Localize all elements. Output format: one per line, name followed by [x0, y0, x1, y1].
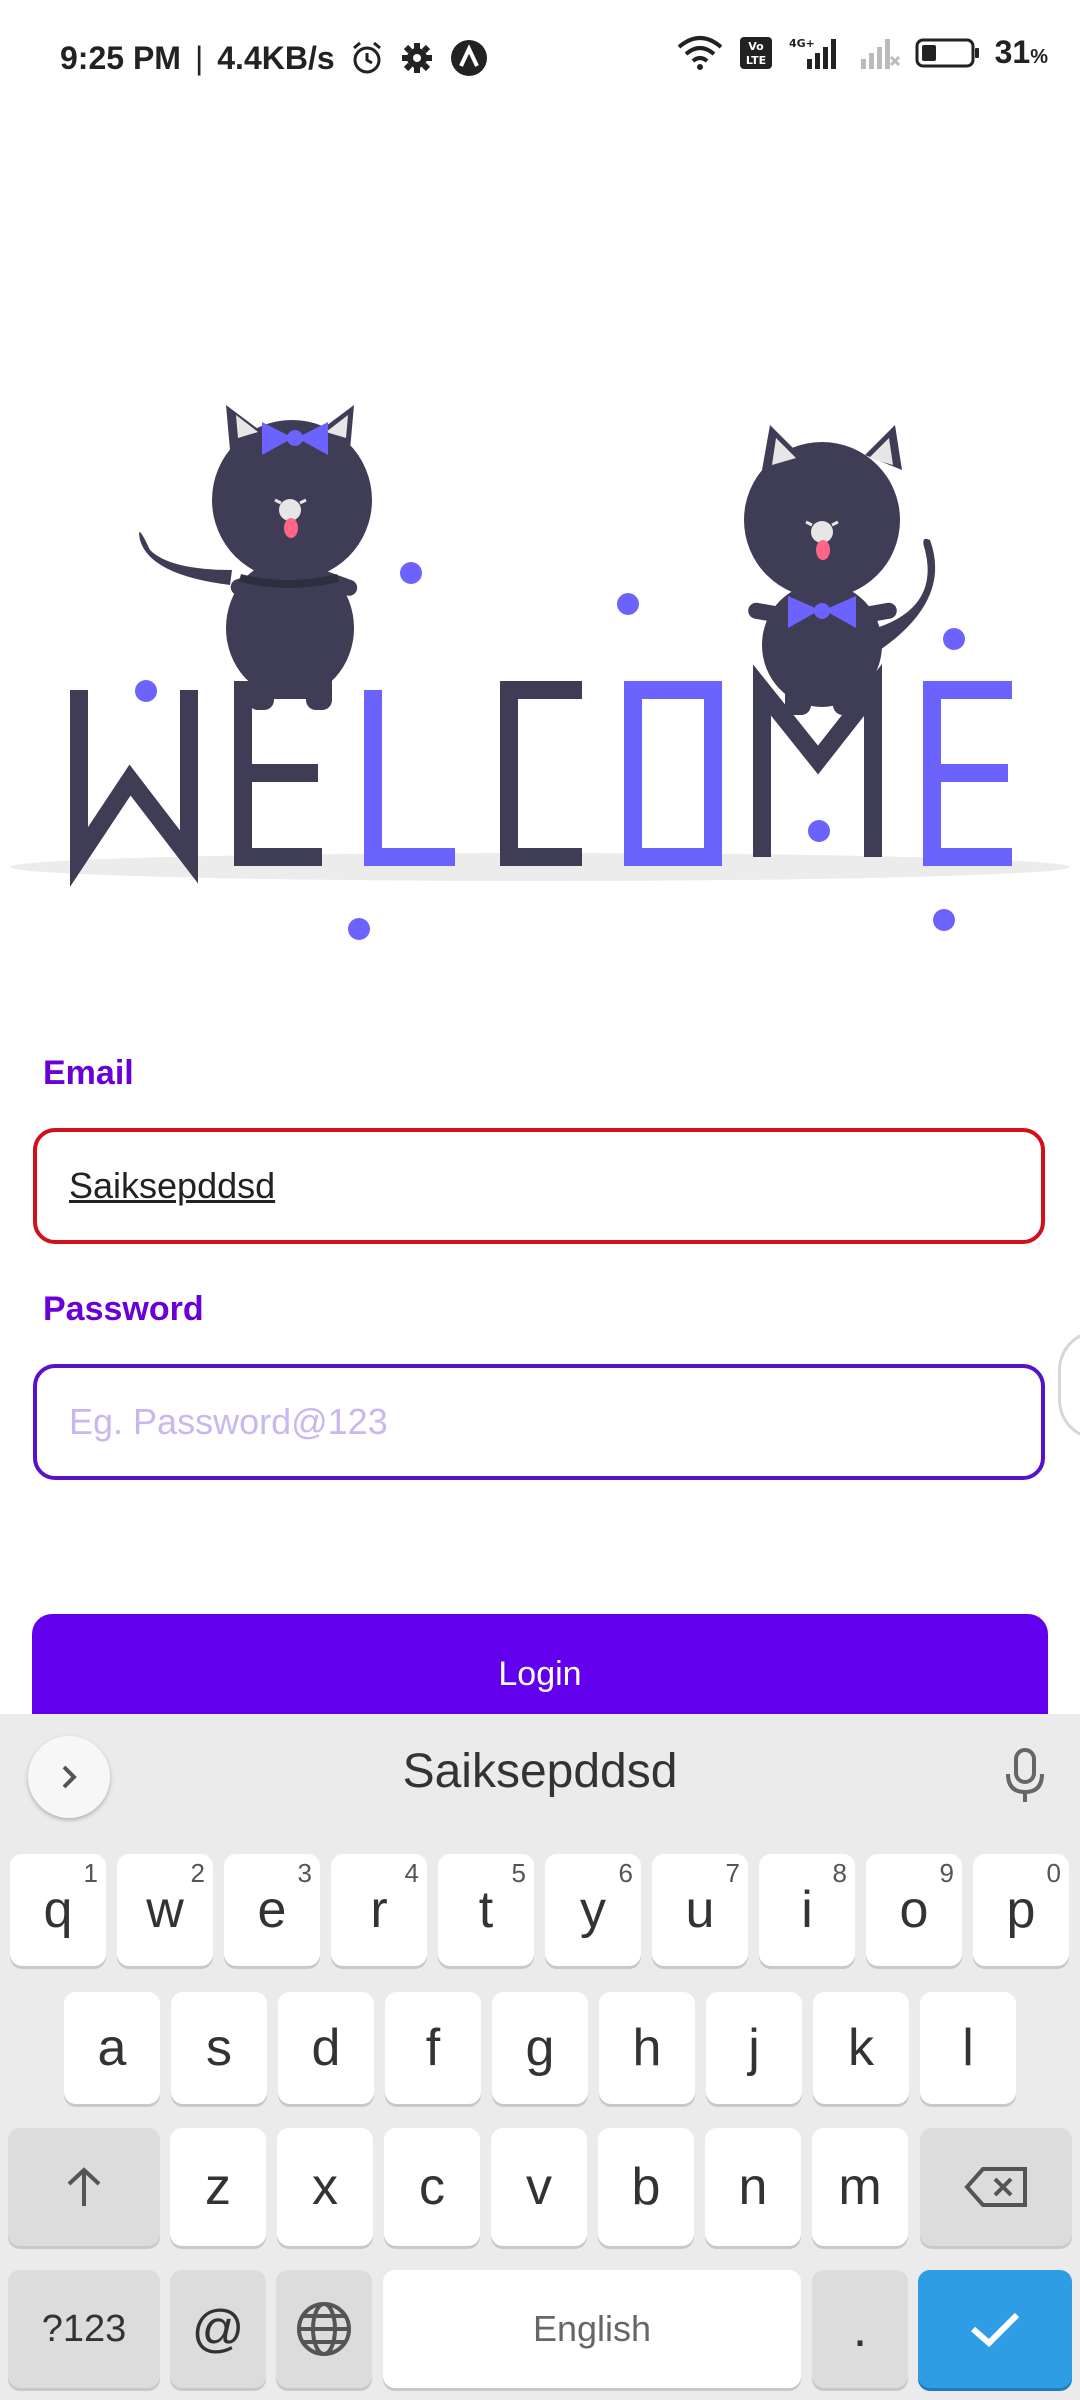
key-h[interactable]: h — [599, 1992, 695, 2104]
key-v[interactable]: v — [491, 2128, 587, 2246]
key-k[interactable]: k — [813, 1992, 909, 2104]
key-x[interactable]: x — [277, 2128, 373, 2246]
edge-panel-handle[interactable] — [1058, 1330, 1080, 1440]
key-hint-6: 6 — [618, 1858, 633, 1888]
battery-icon — [915, 37, 981, 69]
key-g[interactable]: g — [492, 1992, 588, 2104]
key-w[interactable]: w2 — [117, 1854, 213, 1966]
symbols-key[interactable]: ?123 — [8, 2270, 160, 2388]
key-hint-5: 5 — [511, 1858, 526, 1888]
key-o[interactable]: o9 — [866, 1854, 962, 1966]
email-field[interactable]: Saiksepddsd — [33, 1128, 1045, 1244]
volte-icon: Vo LTE — [739, 36, 773, 70]
signal-no-service-icon — [857, 35, 901, 71]
check-icon — [971, 2312, 1020, 2348]
password-field[interactable]: Eg. Password@123 — [33, 1364, 1045, 1480]
key-hint-3: 3 — [297, 1858, 312, 1888]
svg-text:LTE: LTE — [746, 54, 766, 67]
key-hint-2: 2 — [190, 1858, 205, 1888]
key-f[interactable]: f — [385, 1992, 481, 2104]
backspace-icon — [964, 2167, 1027, 2207]
status-time: 9:25 PM — [60, 39, 181, 76]
email-value: Saiksepddsd — [69, 1165, 276, 1206]
app-notification-icon — [449, 38, 489, 78]
suggestion-word[interactable]: Saiksepddsd — [0, 1744, 1080, 1799]
key-m[interactable]: m — [812, 2128, 908, 2246]
backspace-key[interactable] — [920, 2128, 1072, 2246]
battery-percent: 31% — [994, 34, 1048, 70]
key-l[interactable]: l — [920, 1992, 1016, 2104]
key-hint-4: 4 — [404, 1858, 419, 1888]
welcome-cats-image — [10, 405, 1070, 940]
key-d[interactable]: d — [278, 1992, 374, 2104]
key-n[interactable]: n — [705, 2128, 801, 2246]
done-key[interactable] — [918, 2270, 1072, 2388]
soft-keyboard: Saiksepddsd q1w2e3r4t5y6u7i8o9p0 asdfghj… — [0, 1714, 1080, 2400]
period-key[interactable]: . — [812, 2270, 908, 2388]
key-hint-7: 7 — [725, 1858, 740, 1888]
gear-icon — [399, 40, 435, 76]
password-placeholder: Eg. Password@123 — [69, 1401, 388, 1442]
shift-key[interactable] — [8, 2128, 160, 2246]
key-e[interactable]: e3 — [224, 1854, 320, 1966]
at-key[interactable]: @ — [170, 2270, 266, 2388]
suggestion-bar: Saiksepddsd — [0, 1714, 1080, 1836]
login-button-label: Login — [498, 1654, 582, 1693]
key-i[interactable]: i8 — [759, 1854, 855, 1966]
key-z[interactable]: z — [170, 2128, 266, 2246]
space-key[interactable]: English — [383, 2270, 801, 2388]
key-q[interactable]: q1 — [10, 1854, 106, 1966]
status-right: Vo LTE 4G+ 31% — [675, 34, 1048, 71]
signal-4g-icon: 4G+ — [787, 35, 843, 71]
status-left: 9:25 PM | 4.4KB/s — [60, 38, 489, 78]
welcome-illustration — [0, 360, 1080, 960]
globe-icon — [297, 2302, 351, 2356]
key-c[interactable]: c — [384, 2128, 480, 2246]
key-j[interactable]: j — [706, 1992, 802, 2104]
key-a[interactable]: a — [64, 1992, 160, 2104]
key-t[interactable]: t5 — [438, 1854, 534, 1966]
language-key[interactable] — [276, 2270, 372, 2388]
key-p[interactable]: p0 — [973, 1854, 1069, 1966]
wifi-icon — [675, 35, 725, 71]
key-hint-0: 0 — [1046, 1858, 1061, 1888]
svg-text:4G+: 4G+ — [789, 37, 815, 50]
key-hint-9: 9 — [939, 1858, 954, 1888]
alarm-icon — [349, 40, 385, 76]
svg-text:Vo: Vo — [748, 40, 764, 53]
shift-arrow-icon — [67, 2167, 101, 2206]
key-s[interactable]: s — [171, 1992, 267, 2104]
status-bar: 9:25 PM | 4.4KB/s Vo LTE 4G+ 31% — [0, 0, 1080, 120]
status-separator: | — [194, 39, 204, 76]
microphone-icon[interactable] — [1000, 1746, 1050, 1806]
status-speed: 4.4KB/s — [217, 39, 335, 76]
key-hint-8: 8 — [832, 1858, 847, 1888]
key-b[interactable]: b — [598, 2128, 694, 2246]
key-y[interactable]: y6 — [545, 1854, 641, 1966]
key-r[interactable]: r4 — [331, 1854, 427, 1966]
key-hint-1: 1 — [83, 1858, 98, 1888]
password-label: Password — [43, 1290, 204, 1328]
key-u[interactable]: u7 — [652, 1854, 748, 1966]
email-label: Email — [43, 1054, 134, 1092]
